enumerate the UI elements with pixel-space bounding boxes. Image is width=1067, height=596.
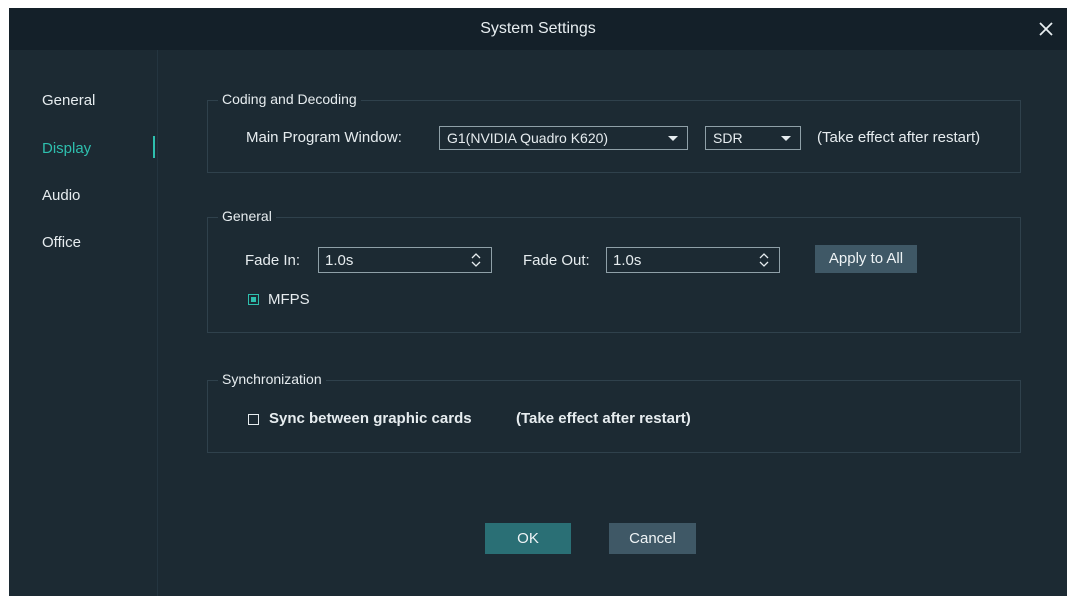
sync-label: Sync between graphic cards [269, 410, 472, 427]
group-title: General [218, 208, 276, 224]
group-title: Synchronization [218, 371, 326, 387]
fade-out-value: 1.0s [613, 252, 642, 269]
ok-button[interactable]: OK [485, 523, 571, 554]
spin-arrows-icon[interactable] [471, 251, 481, 269]
gpu-select-value: G1(NVIDIA Quadro K620) [447, 130, 609, 146]
synchronization-group: Synchronization Sync between graphic car… [207, 371, 1021, 453]
close-button[interactable] [1031, 14, 1061, 44]
fade-in-spinbox[interactable]: 1.0s [318, 247, 492, 273]
sidebar-item-office[interactable]: Office [42, 234, 81, 251]
range-select[interactable]: SDR [705, 126, 801, 150]
sidebar-item-display[interactable]: Display [42, 140, 91, 157]
sync-restart-note: (Take effect after restart) [516, 410, 691, 427]
fade-out-label: Fade Out: [523, 252, 590, 269]
active-indicator [153, 136, 155, 158]
sidebar-item-general[interactable]: General [42, 92, 95, 109]
coding-decoding-group: Coding and Decoding Main Program Window:… [207, 91, 1021, 173]
fade-in-label: Fade In: [245, 252, 301, 269]
general-group: General Fade In: 1.0s Fade Out: 1.0s App… [207, 208, 1021, 333]
chevron-down-icon [781, 136, 791, 141]
cancel-button[interactable]: Cancel [609, 523, 696, 554]
sync-checkbox[interactable] [248, 414, 259, 425]
fade-in-value: 1.0s [325, 252, 354, 269]
apply-to-all-button[interactable]: Apply to All [815, 245, 917, 273]
chevron-down-icon [668, 136, 678, 141]
gpu-select[interactable]: G1(NVIDIA Quadro K620) [439, 126, 688, 150]
main-window-label: Main Program Window: [246, 129, 402, 146]
mfps-label: MFPS [268, 291, 310, 308]
sidebar-item-audio[interactable]: Audio [42, 187, 80, 204]
spin-arrows-icon[interactable] [759, 251, 769, 269]
system-settings-dialog: System Settings General Display Audio Of… [9, 8, 1067, 596]
restart-note: (Take effect after restart) [817, 129, 981, 146]
close-icon [1039, 22, 1053, 36]
group-title: Coding and Decoding [218, 91, 361, 107]
dialog-title: System Settings [480, 20, 596, 37]
settings-sidebar: General Display Audio Office [9, 50, 158, 596]
mfps-checkbox[interactable] [248, 294, 259, 305]
fade-out-spinbox[interactable]: 1.0s [606, 247, 780, 273]
range-select-value: SDR [713, 130, 743, 146]
title-bar: System Settings [9, 8, 1067, 50]
